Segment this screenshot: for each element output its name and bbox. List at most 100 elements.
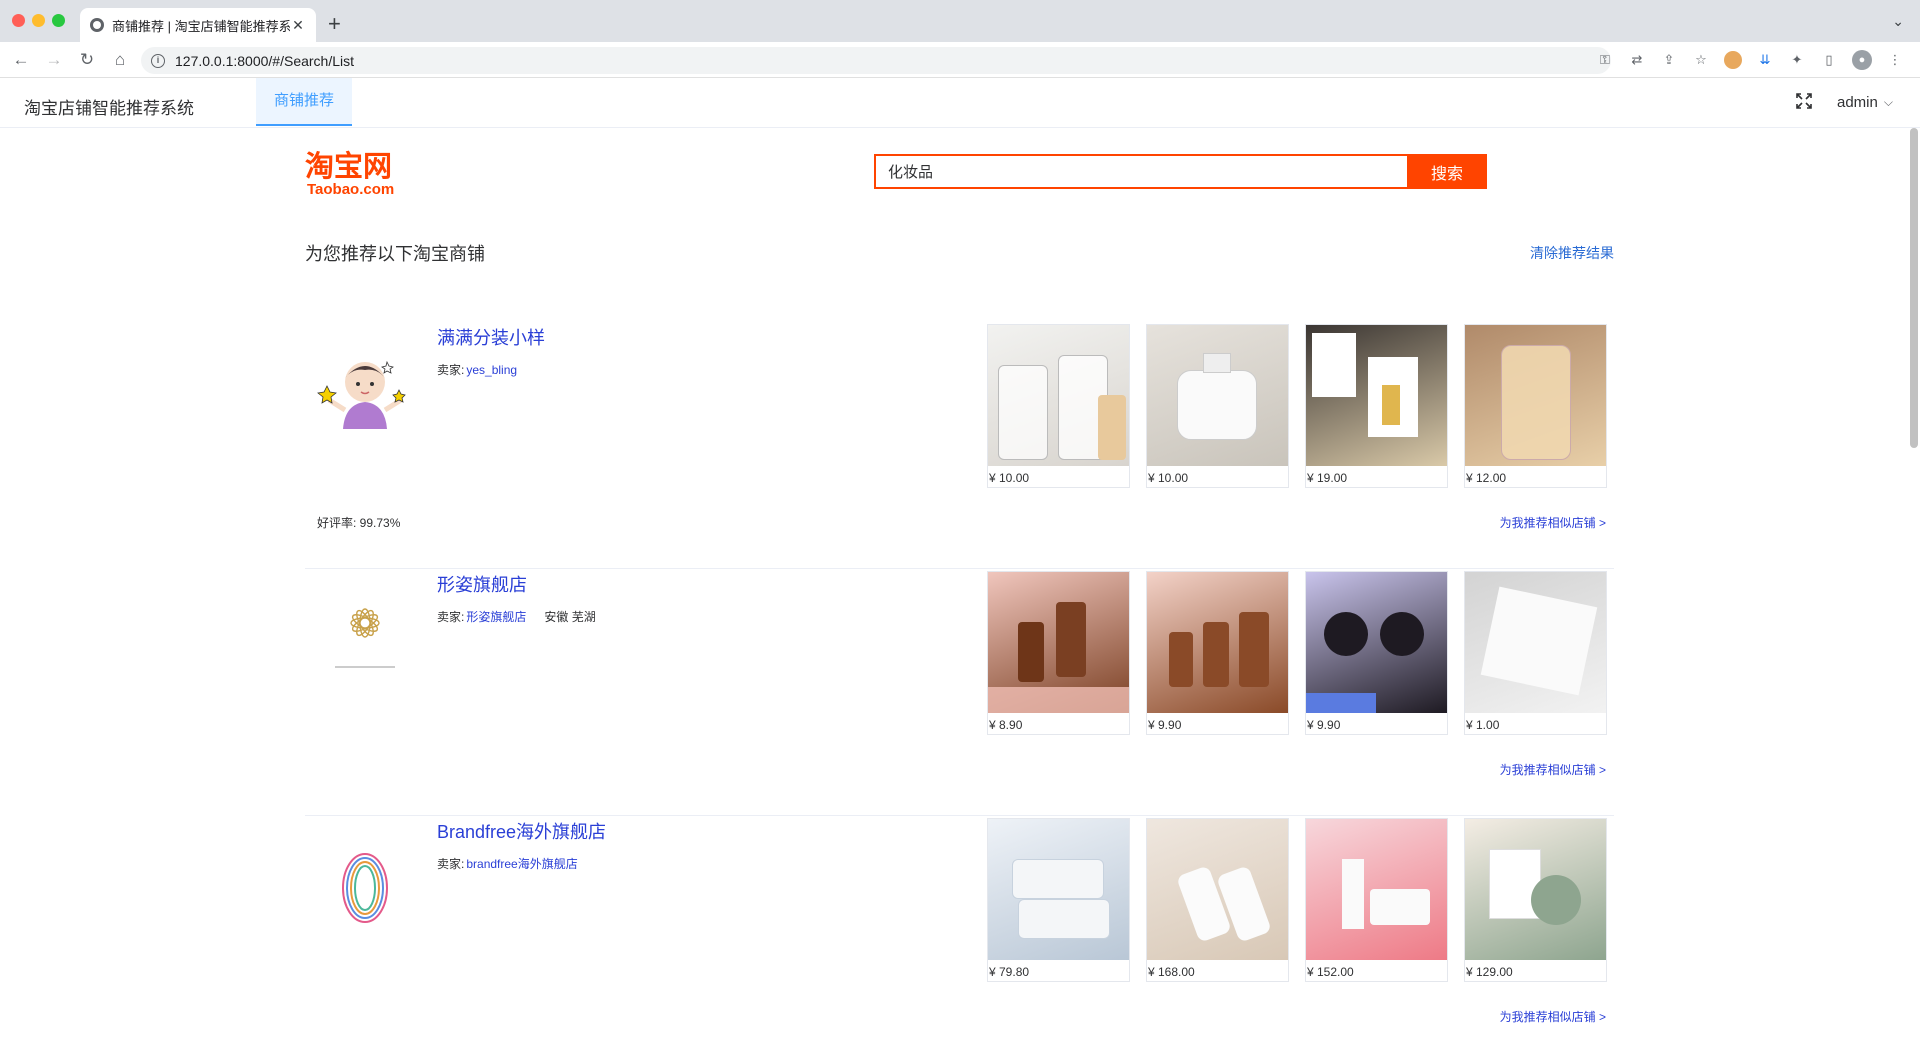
- fullscreen-icon[interactable]: [1796, 93, 1812, 109]
- bookmark-star-icon[interactable]: ☆: [1692, 51, 1710, 69]
- search-button[interactable]: 搜索: [1407, 154, 1487, 189]
- search-input[interactable]: [874, 154, 1407, 189]
- product-price: ¥ 8.90: [989, 718, 1023, 732]
- username: admin: [1837, 94, 1878, 111]
- side-panel-icon[interactable]: ▯: [1820, 51, 1838, 69]
- minimize-window-button[interactable]: [32, 14, 45, 27]
- new-tab-button[interactable]: +: [328, 11, 341, 37]
- product-item[interactable]: ¥ 19.00: [1305, 324, 1448, 488]
- seller-prefix: 卖家:: [437, 857, 465, 871]
- share-icon[interactable]: ⇪: [1660, 51, 1678, 69]
- product-price: ¥ 19.00: [1307, 471, 1348, 485]
- shop-name[interactable]: Brandfree海外旗舰店: [437, 818, 606, 844]
- profile-icon[interactable]: ●: [1852, 50, 1872, 70]
- taobao-logo[interactable]: 淘宝网 Taobao.com: [305, 149, 405, 198]
- seller-link[interactable]: yes_bling: [466, 363, 517, 377]
- seller-link[interactable]: brandfree海外旗舰店: [466, 857, 577, 871]
- address-bar[interactable]: i 127.0.0.1:8000/#/Search/List: [141, 47, 1611, 74]
- product-image: [988, 325, 1129, 466]
- translate-icon[interactable]: ⇄: [1628, 51, 1646, 69]
- similar-shops-link[interactable]: 为我推荐相似店铺 >: [1500, 514, 1606, 531]
- user-menu[interactable]: admin ⌵: [1837, 94, 1893, 111]
- product-list: ¥ 10.00 ¥ 10.00 ¥ 19.00 ¥ 12.00: [987, 324, 1607, 488]
- product-image: [1147, 572, 1288, 713]
- product-image: [1306, 325, 1447, 466]
- extension-download-icon[interactable]: ⇊: [1756, 51, 1774, 69]
- shop-rating: 好评率: 99.73%: [317, 516, 401, 530]
- url-text: 127.0.0.1:8000/#/Search/List: [175, 52, 355, 69]
- seller-link[interactable]: 形姿旗舰店: [466, 610, 526, 624]
- product-image: [1465, 819, 1606, 960]
- tab-title: 商铺推荐 | 淘宝店铺智能推荐系统: [112, 18, 290, 34]
- product-image: [1147, 819, 1288, 960]
- product-price: ¥ 9.90: [1148, 718, 1182, 732]
- product-item[interactable]: ¥ 79.80: [987, 818, 1130, 982]
- forward-button[interactable]: →: [42, 48, 66, 72]
- product-item[interactable]: ¥ 12.00: [1464, 324, 1607, 488]
- product-item[interactable]: ¥ 10.00: [1146, 324, 1289, 488]
- browser-tab[interactable]: 商铺推荐 | 淘宝店铺智能推荐系统 ✕: [80, 8, 316, 42]
- shop-avatar[interactable]: [315, 591, 415, 691]
- product-image: [1465, 325, 1606, 466]
- product-image: [988, 819, 1129, 960]
- product-list: ¥ 79.80 ¥ 168.00 ¥ 152.00 ¥ 129.00: [987, 818, 1607, 982]
- shop-name[interactable]: 形姿旗舰店: [437, 571, 527, 597]
- seller-prefix: 卖家:: [437, 363, 465, 377]
- shop-card: Brandfree海外旗舰店 卖家: brandfree海外旗舰店 ¥ 79.80…: [305, 818, 1614, 1057]
- tab-search-chevron-icon[interactable]: ⌄: [1892, 13, 1904, 30]
- globe-icon: [90, 18, 104, 32]
- product-image: [1147, 325, 1288, 466]
- product-item[interactable]: ¥ 9.90: [1146, 571, 1289, 735]
- site-info-icon[interactable]: i: [151, 53, 165, 68]
- app-title: 淘宝店铺智能推荐系统: [24, 99, 194, 118]
- reload-button[interactable]: ↻: [75, 48, 99, 72]
- browser-toolbar: ← → ↻ ⌂ i 127.0.0.1:8000/#/Search/List ⚿…: [0, 42, 1920, 78]
- shop-seller: 卖家: yes_bling: [437, 361, 517, 378]
- tab-shop-recommend[interactable]: 商铺推荐: [256, 78, 352, 126]
- shop-location: 安徽 芜湖: [544, 610, 596, 624]
- extensions-puzzle-icon[interactable]: ✦: [1788, 51, 1806, 69]
- shop-name[interactable]: 满满分装小样: [437, 324, 545, 350]
- product-item[interactable]: ¥ 8.90: [987, 571, 1130, 735]
- product-image: [1306, 819, 1447, 960]
- product-price: ¥ 168.00: [1148, 965, 1195, 979]
- extension-avatar-icon[interactable]: [1724, 51, 1742, 69]
- page-scrollbar[interactable]: [1910, 128, 1918, 448]
- shop-card: 满满分装小样 卖家: yes_bling ¥ 10.00 ¥ 10.00 ¥ 1…: [305, 324, 1614, 569]
- logo-en-text: Taobao.com: [307, 181, 395, 198]
- product-price: ¥ 152.00: [1307, 965, 1354, 979]
- similar-shops-link[interactable]: 为我推荐相似店铺 >: [1500, 761, 1606, 778]
- home-button[interactable]: ⌂: [108, 48, 132, 72]
- shop-avatar[interactable]: [315, 344, 415, 444]
- product-image: [1306, 572, 1447, 713]
- menu-dots-icon[interactable]: ⋮: [1886, 51, 1904, 69]
- close-window-button[interactable]: [12, 14, 25, 27]
- logo-cn-text: 淘宝网: [305, 149, 393, 183]
- product-price: ¥ 12.00: [1466, 471, 1507, 485]
- shop-seller: 卖家: 形姿旗舰店 安徽 芜湖: [437, 608, 596, 625]
- product-item[interactable]: ¥ 129.00: [1464, 818, 1607, 982]
- tab-close-icon[interactable]: ✕: [290, 17, 306, 34]
- product-item[interactable]: ¥ 9.90: [1305, 571, 1448, 735]
- product-price: ¥ 9.90: [1307, 718, 1341, 732]
- chevron-down-icon: ⌵: [1883, 95, 1893, 109]
- product-item[interactable]: ¥ 152.00: [1305, 818, 1448, 982]
- shop-card: 形姿旗舰店 卖家: 形姿旗舰店 安徽 芜湖 ¥ 8.90 ¥ 9.90 ¥ 9.…: [305, 571, 1614, 816]
- product-item[interactable]: ¥ 10.00: [987, 324, 1130, 488]
- key-icon[interactable]: ⚿: [1596, 51, 1614, 69]
- shop-avatar[interactable]: [315, 838, 415, 938]
- back-button[interactable]: ←: [9, 48, 33, 72]
- similar-shops-link[interactable]: 为我推荐相似店铺 >: [1500, 1008, 1606, 1025]
- product-price: ¥ 10.00: [989, 471, 1030, 485]
- product-image: [988, 572, 1129, 713]
- product-price: ¥ 79.80: [989, 965, 1030, 979]
- product-item[interactable]: ¥ 168.00: [1146, 818, 1289, 982]
- product-item[interactable]: ¥ 1.00: [1464, 571, 1607, 735]
- product-price: ¥ 10.00: [1148, 471, 1189, 485]
- product-price: ¥ 129.00: [1466, 965, 1513, 979]
- maximize-window-button[interactable]: [52, 14, 65, 27]
- browser-tabbar: 商铺推荐 | 淘宝店铺智能推荐系统 ✕ + ⌄: [0, 0, 1920, 42]
- product-image: [1465, 572, 1606, 713]
- clear-results-link[interactable]: 清除推荐结果: [1530, 243, 1614, 263]
- results-title: 为您推荐以下淘宝商铺: [305, 244, 485, 264]
